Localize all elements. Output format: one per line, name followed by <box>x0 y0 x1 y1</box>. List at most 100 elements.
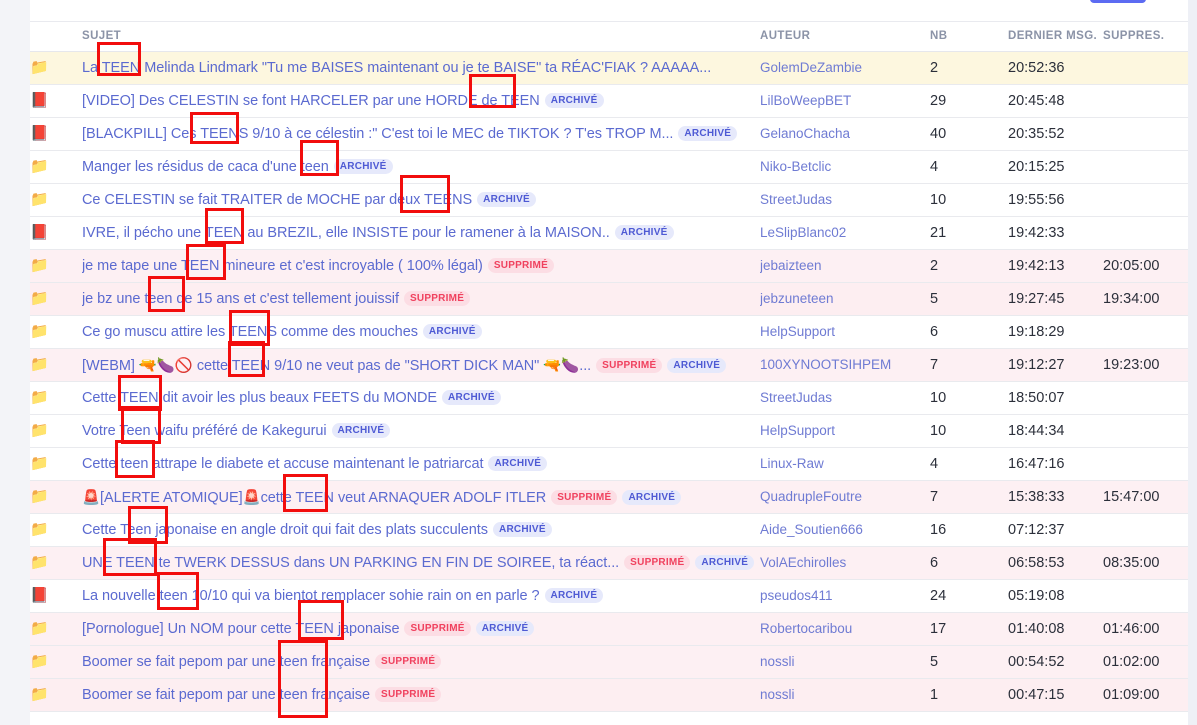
folder-red-icon: 📕 <box>30 587 49 604</box>
thread-author-cell: nossli <box>760 678 930 712</box>
thread-author-cell: pseudos411 <box>760 579 930 613</box>
thread-author-link[interactable]: nossli <box>760 654 795 669</box>
thread-subject-cell: [Pornologue] Un NOM pour cette TEEN japo… <box>82 612 760 646</box>
thread-subject-link[interactable]: Cette Teen japonaise en angle droit qui … <box>82 522 488 538</box>
page-scrollbar-gutter[interactable] <box>1188 0 1197 725</box>
table-row[interactable]: 📁 Votre Teen waifu préféré de Kakegurui AR… <box>30 414 1188 448</box>
thread-last-message-cell: 19:55:56 <box>1008 183 1103 217</box>
thread-last-message-cell: 20:15:25 <box>1008 150 1103 184</box>
thread-icon-cell: 📕 <box>30 579 82 613</box>
table-row[interactable]: 📁 La TEEN Melinda Lindmark "Tu me BAISES … <box>30 51 1188 85</box>
column-header-author[interactable]: AUTEUR <box>760 22 930 52</box>
table-row[interactable]: 📁 UNE TEEN te TWERK DESSUS dans UN PARKIN… <box>30 546 1188 580</box>
table-row[interactable]: 📁 🚨[ALERTE ATOMIQUE]🚨cette TEEN veut ARNA… <box>30 480 1188 514</box>
thread-subject-link[interactable]: 🚨[ALERTE ATOMIQUE]🚨cette TEEN veut ARNAQ… <box>82 490 546 506</box>
thread-author-link[interactable]: jebaizteen <box>760 258 822 273</box>
table-row[interactable]: 📁 Ce CELESTIN se fait TRAITER de MOCHE pa… <box>30 183 1188 217</box>
thread-subject-cell: Manger les résidus de caca d'une teen ARC… <box>82 150 760 184</box>
thread-author-link[interactable]: Linux-Raw <box>760 456 824 471</box>
thread-subject-link[interactable]: Ce CELESTIN se fait TRAITER de MOCHE par… <box>82 192 472 208</box>
column-header-icon <box>30 22 82 52</box>
thread-subject-cell: Cette Teen japonaise en angle droit qui … <box>82 513 760 547</box>
status-badge-archive: ARCHIVÉ <box>488 456 548 471</box>
thread-subject-link[interactable]: Ce go muscu attire les TEENS comme des m… <box>82 324 418 340</box>
thread-author-link[interactable]: StreetJudas <box>760 192 832 207</box>
table-row[interactable]: 📁 je bz une teen de 15 ans et c'est telle… <box>30 282 1188 316</box>
thread-subject-link[interactable]: Cette TEEN dit avoir les plus beaux FEET… <box>82 390 437 406</box>
table-row[interactable]: 📁 Boomer se fait pepom par une teen franç… <box>30 678 1188 712</box>
thread-author-link[interactable]: jebzuneteen <box>760 291 834 306</box>
thread-subject-link[interactable]: Cette teen attrape le diabete et accuse … <box>82 456 484 472</box>
thread-author-link[interactable]: HelpSupport <box>760 423 835 438</box>
thread-subject-link[interactable]: Manger les résidus de caca d'une teen <box>82 159 329 175</box>
table-row[interactable]: 📁 Cette TEEN dit avoir les plus beaux FEE… <box>30 381 1188 415</box>
thread-subject-link[interactable]: je me tape une TEEN mineure et c'est inc… <box>82 258 483 274</box>
thread-author-link[interactable]: HelpSupport <box>760 324 835 339</box>
table-row[interactable]: 📁 [Pornologue] Un NOM pour cette TEEN jap… <box>30 612 1188 646</box>
table-row[interactable]: 📁 Ce go muscu attire les TEENS comme des … <box>30 315 1188 349</box>
column-header-deleted[interactable]: SUPPRES. <box>1103 22 1188 52</box>
table-row[interactable]: 📕 [BLACKPILL] Ces TEENS 9/10 à ce célesti… <box>30 117 1188 151</box>
thread-icon-cell: 📁 <box>30 513 82 547</box>
thread-author-cell: HelpSupport <box>760 315 930 349</box>
column-header-count[interactable]: NB <box>930 22 1008 52</box>
status-badge-supprime: SUPPRIMÉ <box>487 258 555 273</box>
thread-author-link[interactable]: QuadrupleFoutre <box>760 489 862 504</box>
thread-author-link[interactable]: pseudos411 <box>760 588 833 603</box>
thread-subject-link[interactable]: IVRE, il pécho une TEEN au BREZIL, elle … <box>82 225 610 241</box>
table-row[interactable]: 📕 IVRE, il pécho une TEEN au BREZIL, elle… <box>30 216 1188 250</box>
table-row[interactable]: 📕 [VIDEO] Des CELESTIN se font HARCELER p… <box>30 84 1188 118</box>
thread-author-cell: Aide_Soutien666 <box>760 513 930 547</box>
thread-subject-link[interactable]: Boomer se fait pepom par une teen frança… <box>82 654 370 670</box>
thread-last-message-cell: 18:50:07 <box>1008 381 1103 415</box>
thread-subject-link[interactable]: UNE TEEN te TWERK DESSUS dans UN PARKING… <box>82 555 619 571</box>
thread-subject-link[interactable]: La nouvelle teen 10/10 qui va bientot re… <box>82 588 540 604</box>
column-header-subject[interactable]: SUJET <box>82 22 760 52</box>
thread-subject-link[interactable]: [VIDEO] Des CELESTIN se font HARCELER pa… <box>82 93 540 109</box>
thread-deleted-time-cell <box>1103 117 1188 151</box>
primary-action-button[interactable] <box>1090 0 1146 3</box>
thread-last-message-cell: 16:47:16 <box>1008 447 1103 481</box>
thread-author-link[interactable]: 100XYNOOTSIHPEM <box>760 357 891 372</box>
thread-author-link[interactable]: LilBoWeepBET <box>760 93 851 108</box>
table-row[interactable]: 📁 [WEBM] 🔫🍆🚫 cette TEEN 9/10 ne veut pas … <box>30 348 1188 382</box>
thread-count-cell: 10 <box>930 183 1008 217</box>
thread-last-message-cell: 19:42:13 <box>1008 249 1103 283</box>
thread-subject-link[interactable]: [BLACKPILL] Ces TEENS 9/10 à ce célestin… <box>82 126 673 142</box>
thread-author-link[interactable]: StreetJudas <box>760 390 832 405</box>
thread-icon-cell: 📁 <box>30 183 82 217</box>
thread-subject-link[interactable]: [Pornologue] Un NOM pour cette TEEN japo… <box>82 621 400 637</box>
thread-author-link[interactable]: nossli <box>760 687 795 702</box>
thread-subject-link[interactable]: je bz une teen de 15 ans et c'est tellem… <box>82 291 399 307</box>
folder-yellow-icon: 📁 <box>30 488 49 505</box>
thread-subject-link[interactable]: La TEEN Melinda Lindmark "Tu me BAISES m… <box>82 60 711 76</box>
status-badge-archive: ARCHIVÉ <box>475 621 535 636</box>
thread-author-link[interactable]: VolAEchirolles <box>760 555 846 570</box>
thread-count-cell: 4 <box>930 447 1008 481</box>
table-row[interactable]: 📁 Manger les résidus de caca d'une teen AR… <box>30 150 1188 184</box>
thread-subject-link[interactable]: [WEBM] 🔫🍆🚫 cette TEEN 9/10 ne veut pas d… <box>82 358 591 374</box>
thread-deleted-time-cell: 01:46:00 <box>1103 612 1188 646</box>
status-badge-archive: ARCHIVÉ <box>544 93 604 108</box>
thread-subject-link[interactable]: Votre Teen waifu préféré de Kakegurui <box>82 423 327 439</box>
column-header-last-message[interactable]: DERNIER MSG. <box>1008 22 1103 52</box>
thread-author-link[interactable]: Niko-Betclic <box>760 159 831 174</box>
thread-icon-cell: 📕 <box>30 84 82 118</box>
thread-subject-link[interactable]: Boomer se fait pepom par une teen frança… <box>82 687 370 703</box>
thread-icon-cell: 📁 <box>30 150 82 184</box>
table-row[interactable]: 📕 La nouvelle teen 10/10 qui va bientot r… <box>30 579 1188 613</box>
thread-author-link[interactable]: GelanoChacha <box>760 126 850 141</box>
table-row[interactable]: 📁 Boomer se fait pepom par une teen franç… <box>30 645 1188 679</box>
thread-count-cell: 4 <box>930 150 1008 184</box>
table-row[interactable]: 📁 je me tape une TEEN mineure et c'est in… <box>30 249 1188 283</box>
thread-count-cell: 10 <box>930 414 1008 448</box>
thread-count-cell: 7 <box>930 480 1008 514</box>
thread-author-link[interactable]: LeSlipBlanc02 <box>760 225 846 240</box>
table-header: SUJET AUTEUR NB DERNIER MSG. SUPPRES. <box>30 22 1188 52</box>
thread-author-link[interactable]: GolemDeZambie <box>760 60 862 75</box>
folder-yellow-icon: 📁 <box>30 191 49 208</box>
thread-author-link[interactable]: Robertocaribou <box>760 621 852 636</box>
table-row[interactable]: 📁 Cette Teen japonaise en angle droit qui… <box>30 513 1188 547</box>
thread-author-link[interactable]: Aide_Soutien666 <box>760 522 863 537</box>
table-row[interactable]: 📁 Cette teen attrape le diabete et accuse… <box>30 447 1188 481</box>
